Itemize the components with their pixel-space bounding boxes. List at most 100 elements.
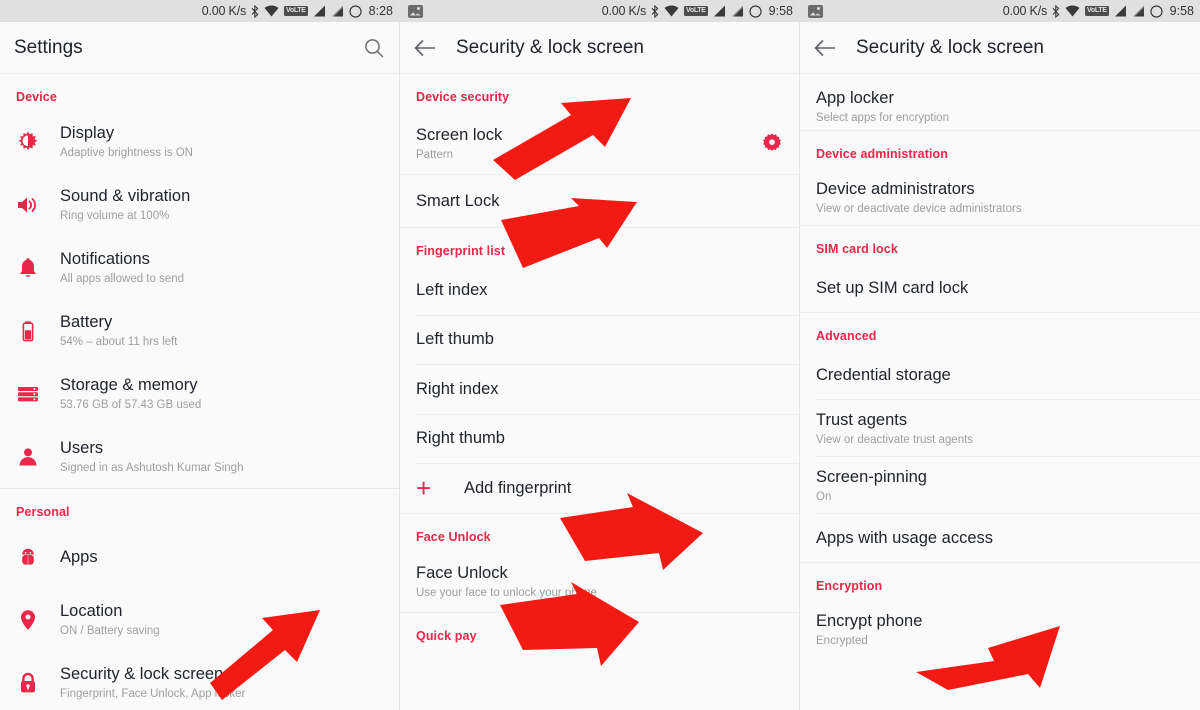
security-item-app-locker[interactable]: App locker Select apps for encryption [800,74,1200,130]
security-item-subtitle: Pattern [416,148,454,161]
settings-item-location[interactable]: Location ON / Battery saving [0,588,399,651]
app-bar: Security & lock screen [800,22,1200,74]
settings-item-subtitle: 53.76 GB of 57.43 GB used [60,399,202,411]
security-item-trust-agents[interactable]: Trust agents View or deactivate trust ag… [800,400,1200,456]
settings-item-security-lock-screen[interactable]: Security & lock screen Fingerprint, Face… [0,651,399,710]
clock-text: 9:58 [768,4,793,18]
settings-item-battery[interactable]: Battery 54% – about 11 hrs left [0,299,399,362]
security-item-title: Apps with usage access [816,528,994,547]
back-arrow-icon[interactable] [414,39,436,57]
settings-item-title: Users [60,439,104,457]
screenshot-notification-icon [408,4,423,18]
gear-icon[interactable] [761,132,783,154]
security-item-title: Set up SIM card lock [816,278,969,297]
screen-lock-settings-button[interactable] [761,132,783,154]
settings-item-title: Location [60,602,123,620]
wifi-icon [1065,5,1080,17]
security-item-encrypt-phone[interactable]: Encrypt phone Encrypted [800,601,1200,657]
settings-item-subtitle: All apps allowed to send [60,273,185,285]
section-header-encryption: Encryption [816,579,883,593]
search-icon[interactable] [363,37,385,59]
add-fingerprint-button[interactable]: + Add fingerprint [400,464,799,513]
settings-item-apps[interactable]: Apps [0,525,399,588]
wifi-icon [264,5,279,17]
storage-icon [16,382,60,406]
security-list[interactable]: Device security Screen lock Pattern Smar… [400,74,799,710]
section-header-fingerprint-list: Fingerprint list [416,244,506,258]
location-pin-icon [16,608,60,632]
security-item-subtitle: Select apps for encryption [816,111,949,124]
settings-list[interactable]: Device Display Adaptive brightness is ON [0,74,399,710]
screenshot-triptych: 0.00 K/s VoLTE 8:28 Settings Device Disp… [0,0,1200,710]
section-header-face-unlock: Face Unlock [416,529,491,544]
android-icon [16,545,60,569]
settings-item-storage-memory[interactable]: Storage & memory 53.76 GB of 57.43 GB us… [0,362,399,425]
signal-2-icon [1132,5,1145,17]
network-speed-text: 0.00 K/s [201,4,247,18]
screenshot-notification-icon [808,4,823,18]
section-header-sim-card-lock: SIM card lock [816,242,898,256]
fingerprint-item-right-thumb[interactable]: Right thumb [400,415,799,464]
signal-2-icon [331,5,344,17]
section-header-device-security: Device security [416,90,510,104]
settings-item-users[interactable]: Users Signed in as Ashutosh Kumar Singh [0,425,399,488]
security-item-screen-lock[interactable]: Screen lock Pattern [400,112,799,174]
section-header-personal: Personal [16,505,70,519]
security-item-title: Screen lock [416,125,503,144]
brightness-icon [16,130,60,154]
signal-1-icon [1114,5,1127,17]
alarm-circle-icon [349,4,362,18]
volte-icon: VoLTE [284,6,308,16]
settings-item-sound-vibration[interactable]: Sound & vibration Ring volume at 100% [0,173,399,236]
security-item-title: Face Unlock [416,564,508,582]
security-item-subtitle: Encrypted [816,634,868,647]
security-item-credential-storage[interactable]: Credential storage [800,351,1200,399]
security-list-bottom[interactable]: App locker Select apps for encryption De… [800,74,1200,710]
settings-item-title: Security & lock screen [60,665,224,683]
security-item-screen-pinning[interactable]: Screen-pinning On [800,457,1200,513]
volte-icon: VoLTE [684,6,708,16]
settings-item-subtitle: Adaptive brightness is ON [60,147,193,159]
settings-item-notifications[interactable]: Notifications All apps allowed to send [0,236,399,299]
lock-icon [16,671,60,695]
security-item-set-up-sim-card-lock[interactable]: Set up SIM card lock [800,264,1200,312]
settings-item-subtitle: Fingerprint, Face Unlock, App locker [60,688,246,700]
security-item-title: Trust agents [816,410,908,429]
security-item-smart-lock[interactable]: Smart Lock [400,175,799,227]
fingerprint-item-left-thumb[interactable]: Left thumb [400,316,799,365]
status-bar: 0.00 K/s VoLTE 8:28 [0,0,399,22]
security-item-device-administrators[interactable]: Device administrators View or deactivate… [800,169,1200,225]
plus-icon: + [416,473,432,504]
bluetooth-icon [251,4,259,18]
security-item-subtitle: View or deactivate device administrators [816,202,1022,215]
security-item-face-unlock[interactable]: Face Unlock Use your face to unlock your… [400,552,799,612]
settings-item-title: Display [60,124,115,142]
settings-item-subtitle: Signed in as Ashutosh Kumar Singh [60,462,244,474]
settings-item-title: Storage & memory [60,376,198,394]
network-speed-text: 0.00 K/s [1002,4,1048,18]
volte-icon: VoLTE [1085,6,1109,16]
section-header-quick-pay: Quick pay [416,628,477,643]
security-item-title: Encrypt phone [816,611,923,630]
fingerprint-item-left-index[interactable]: Left index [400,266,799,315]
settings-item-subtitle: Ring volume at 100% [60,210,170,222]
settings-item-display[interactable]: Display Adaptive brightness is ON [0,110,399,173]
back-arrow-icon[interactable] [814,39,836,57]
panel-settings-home: 0.00 K/s VoLTE 8:28 Settings Device Disp… [0,0,400,710]
panel-security-bottom: 0.00 K/s VoLTE 9:58 Security & lock scre… [800,0,1200,710]
clock-text: 9:58 [1169,4,1194,18]
security-item-apps-with-usage-access[interactable]: Apps with usage access [800,514,1200,562]
signal-2-icon [731,5,744,17]
page-title: Security & lock screen [856,36,1044,58]
status-bar: 0.00 K/s VoLTE 9:58 [800,0,1200,22]
app-bar: Security & lock screen [400,22,799,74]
volume-icon [16,193,60,217]
settings-item-title: Notifications [60,250,150,268]
fingerprint-title: Left thumb [416,330,494,349]
security-item-title: Credential storage [816,365,951,384]
fingerprint-title: Right thumb [416,429,505,448]
security-item-subtitle: View or deactivate trust agents [816,433,974,446]
signal-1-icon [713,5,726,17]
fingerprint-item-right-index[interactable]: Right index [400,365,799,414]
add-fingerprint-label: Add fingerprint [464,478,572,497]
